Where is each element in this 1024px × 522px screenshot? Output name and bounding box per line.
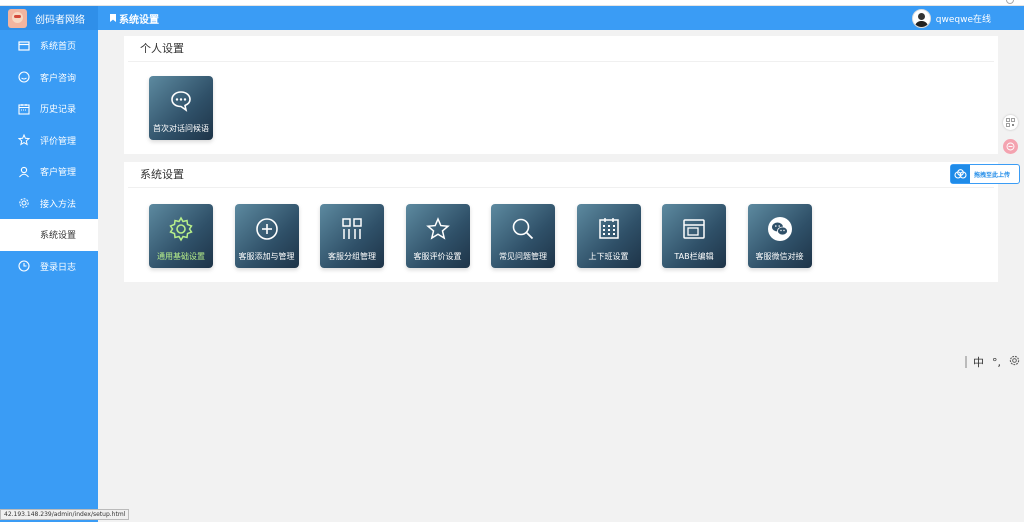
status-url: 42.193.148.239/admin/index/setup.html: [0, 509, 130, 520]
system-settings-panel: 系统设置 通用基础设置 客服添加与管理 客服分组管理 客服评价设置 常见问题管理…: [124, 162, 998, 282]
drag-upload-widget[interactable]: 拖拽至此上传: [950, 164, 1020, 184]
tile-wechat-integration[interactable]: 客服微信对接: [747, 204, 812, 268]
page-title: 系统设置: [110, 11, 159, 26]
sidebar-item-history[interactable]: 历史记录: [0, 93, 98, 125]
sidebar-item-settings[interactable]: 系统设置: [0, 219, 98, 251]
sidebar-item-label: 评价管理: [40, 136, 77, 147]
sidebar-item-label: 系统设置: [40, 231, 77, 242]
search-icon: [510, 216, 536, 242]
window-icon: [18, 40, 30, 52]
sidebar-item-access[interactable]: 接入方法: [0, 188, 98, 220]
user-status: qweqwe在线: [935, 15, 991, 25]
tile-label: 常见问题管理: [499, 252, 547, 261]
gear-icon: [18, 197, 30, 209]
sidebar-item-label: 客户咨询: [40, 73, 77, 84]
user-info[interactable]: qweqwe在线: [911, 9, 991, 28]
ime-toolbar[interactable]: 中 °,: [965, 354, 1024, 370]
calendar-icon: [18, 103, 30, 115]
ime-language[interactable]: 中: [973, 354, 984, 370]
personal-settings-panel: 个人设置 首次对话问候语: [124, 36, 998, 154]
star-icon: [425, 216, 451, 242]
panel-title: 个人设置: [128, 36, 994, 62]
chat-bubble-icon: [168, 88, 194, 114]
qr-code-icon[interactable]: [1003, 115, 1018, 130]
tile-label: 客服分组管理: [328, 252, 376, 261]
tile-label: TAB栏编辑: [674, 252, 714, 261]
sidebar-item-customers[interactable]: 客户管理: [0, 156, 98, 188]
tile-agent-groups[interactable]: 客服分组管理: [320, 204, 384, 268]
brand-logo: [8, 8, 27, 28]
upload-label: 拖拽至此上传: [974, 171, 1011, 179]
browser-status-dot: [1006, 0, 1014, 4]
page-title-text: 系统设置: [119, 14, 159, 26]
sidebar-item-label: 历史记录: [40, 105, 77, 116]
gear-icon: [168, 216, 194, 242]
gear-icon[interactable]: [1009, 355, 1020, 369]
window-icon: [681, 216, 707, 242]
tile-label: 客服添加与管理: [238, 252, 295, 261]
plus-circle-icon: [254, 216, 280, 242]
wechat-icon: [767, 216, 793, 242]
tile-label: 首次对话问候语: [153, 124, 209, 133]
tile-group: 通用基础设置 客服添加与管理 客服分组管理 客服评价设置 常见问题管理 上下班设…: [149, 204, 833, 268]
avatar[interactable]: [911, 9, 931, 28]
calendar-icon: [596, 216, 622, 242]
sidebar-item-label: 系统首页: [40, 42, 77, 53]
panel-title: 系统设置: [128, 162, 994, 188]
tile-label: 上下班设置: [588, 252, 629, 261]
grid-icon: [339, 216, 365, 242]
tile-label: 通用基础设置: [157, 252, 205, 261]
brand-name: 创码者网络: [35, 14, 85, 26]
ime-punctuation[interactable]: °,: [992, 356, 1001, 369]
smile-icon: [18, 71, 30, 83]
sidebar-item-login-log[interactable]: 登录日志: [0, 251, 98, 283]
tile-rating-settings[interactable]: 客服评价设置: [405, 204, 470, 268]
tile-general-settings[interactable]: 通用基础设置: [149, 204, 213, 268]
sidebar-item-consult[interactable]: 客户咨询: [0, 62, 98, 94]
top-header: 系统设置 qweqwe在线: [98, 6, 1024, 30]
sidebar-item-home[interactable]: 系统首页: [0, 30, 98, 62]
tile-first-greeting[interactable]: 首次对话问候语: [149, 76, 213, 140]
sidebar-item-label: 客户管理: [40, 168, 77, 179]
user-icon: [18, 166, 30, 178]
brand[interactable]: 创码者网络: [0, 6, 98, 30]
tile-shift-settings[interactable]: 上下班设置: [576, 204, 641, 268]
sidebar-nav: 系统首页 客户咨询 历史记录 评价管理 客户管理 接入方法 系统设置 登录日志: [0, 30, 98, 282]
sidebar-item-rating[interactable]: 评价管理: [0, 125, 98, 157]
tile-group: 首次对话问候语: [149, 76, 235, 140]
bookmark-icon: [110, 14, 116, 22]
tile-label: 客服评价设置: [413, 252, 462, 261]
star-icon: [18, 134, 30, 146]
cloud-upload-icon: [951, 165, 970, 183]
tile-faq-management[interactable]: 常见问题管理: [491, 204, 555, 268]
tile-tab-editor[interactable]: TAB栏编辑: [662, 204, 726, 268]
tile-agent-management[interactable]: 客服添加与管理: [234, 204, 299, 268]
sidebar-item-label: 接入方法: [40, 199, 77, 210]
sidebar-item-label: 登录日志: [40, 262, 77, 273]
clock-icon: [18, 260, 30, 272]
translate-icon[interactable]: [1003, 139, 1018, 154]
sidebar: 创码者网络 系统首页 客户咨询 历史记录 评价管理 客户管理 接入方法 系统设置: [0, 6, 130, 522]
tile-label: 客服微信对接: [755, 252, 804, 261]
ime-drag-handle[interactable]: [965, 356, 967, 368]
